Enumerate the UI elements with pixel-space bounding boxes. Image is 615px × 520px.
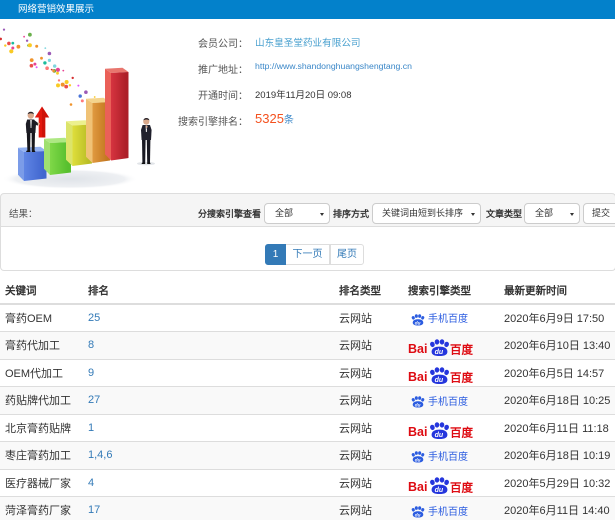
svg-text:百度: 百度: [450, 370, 473, 384]
svg-text:du: du: [415, 402, 421, 407]
svg-text:du: du: [435, 377, 444, 384]
svg-text:百度: 百度: [450, 343, 473, 357]
svg-text:du: du: [435, 487, 444, 494]
svg-text:du: du: [435, 432, 444, 439]
svg-text:Bai: Bai: [408, 480, 427, 494]
svg-text:du: du: [435, 349, 444, 356]
svg-text:du: du: [415, 320, 421, 325]
svg-text:百度: 百度: [450, 425, 473, 439]
svg-text:du: du: [415, 513, 421, 518]
svg-text:Bai: Bai: [408, 342, 427, 356]
svg-text:Bai: Bai: [408, 425, 427, 439]
svg-text:Bai: Bai: [408, 370, 427, 384]
svg-text:du: du: [415, 457, 421, 462]
svg-text:百度: 百度: [450, 480, 473, 494]
